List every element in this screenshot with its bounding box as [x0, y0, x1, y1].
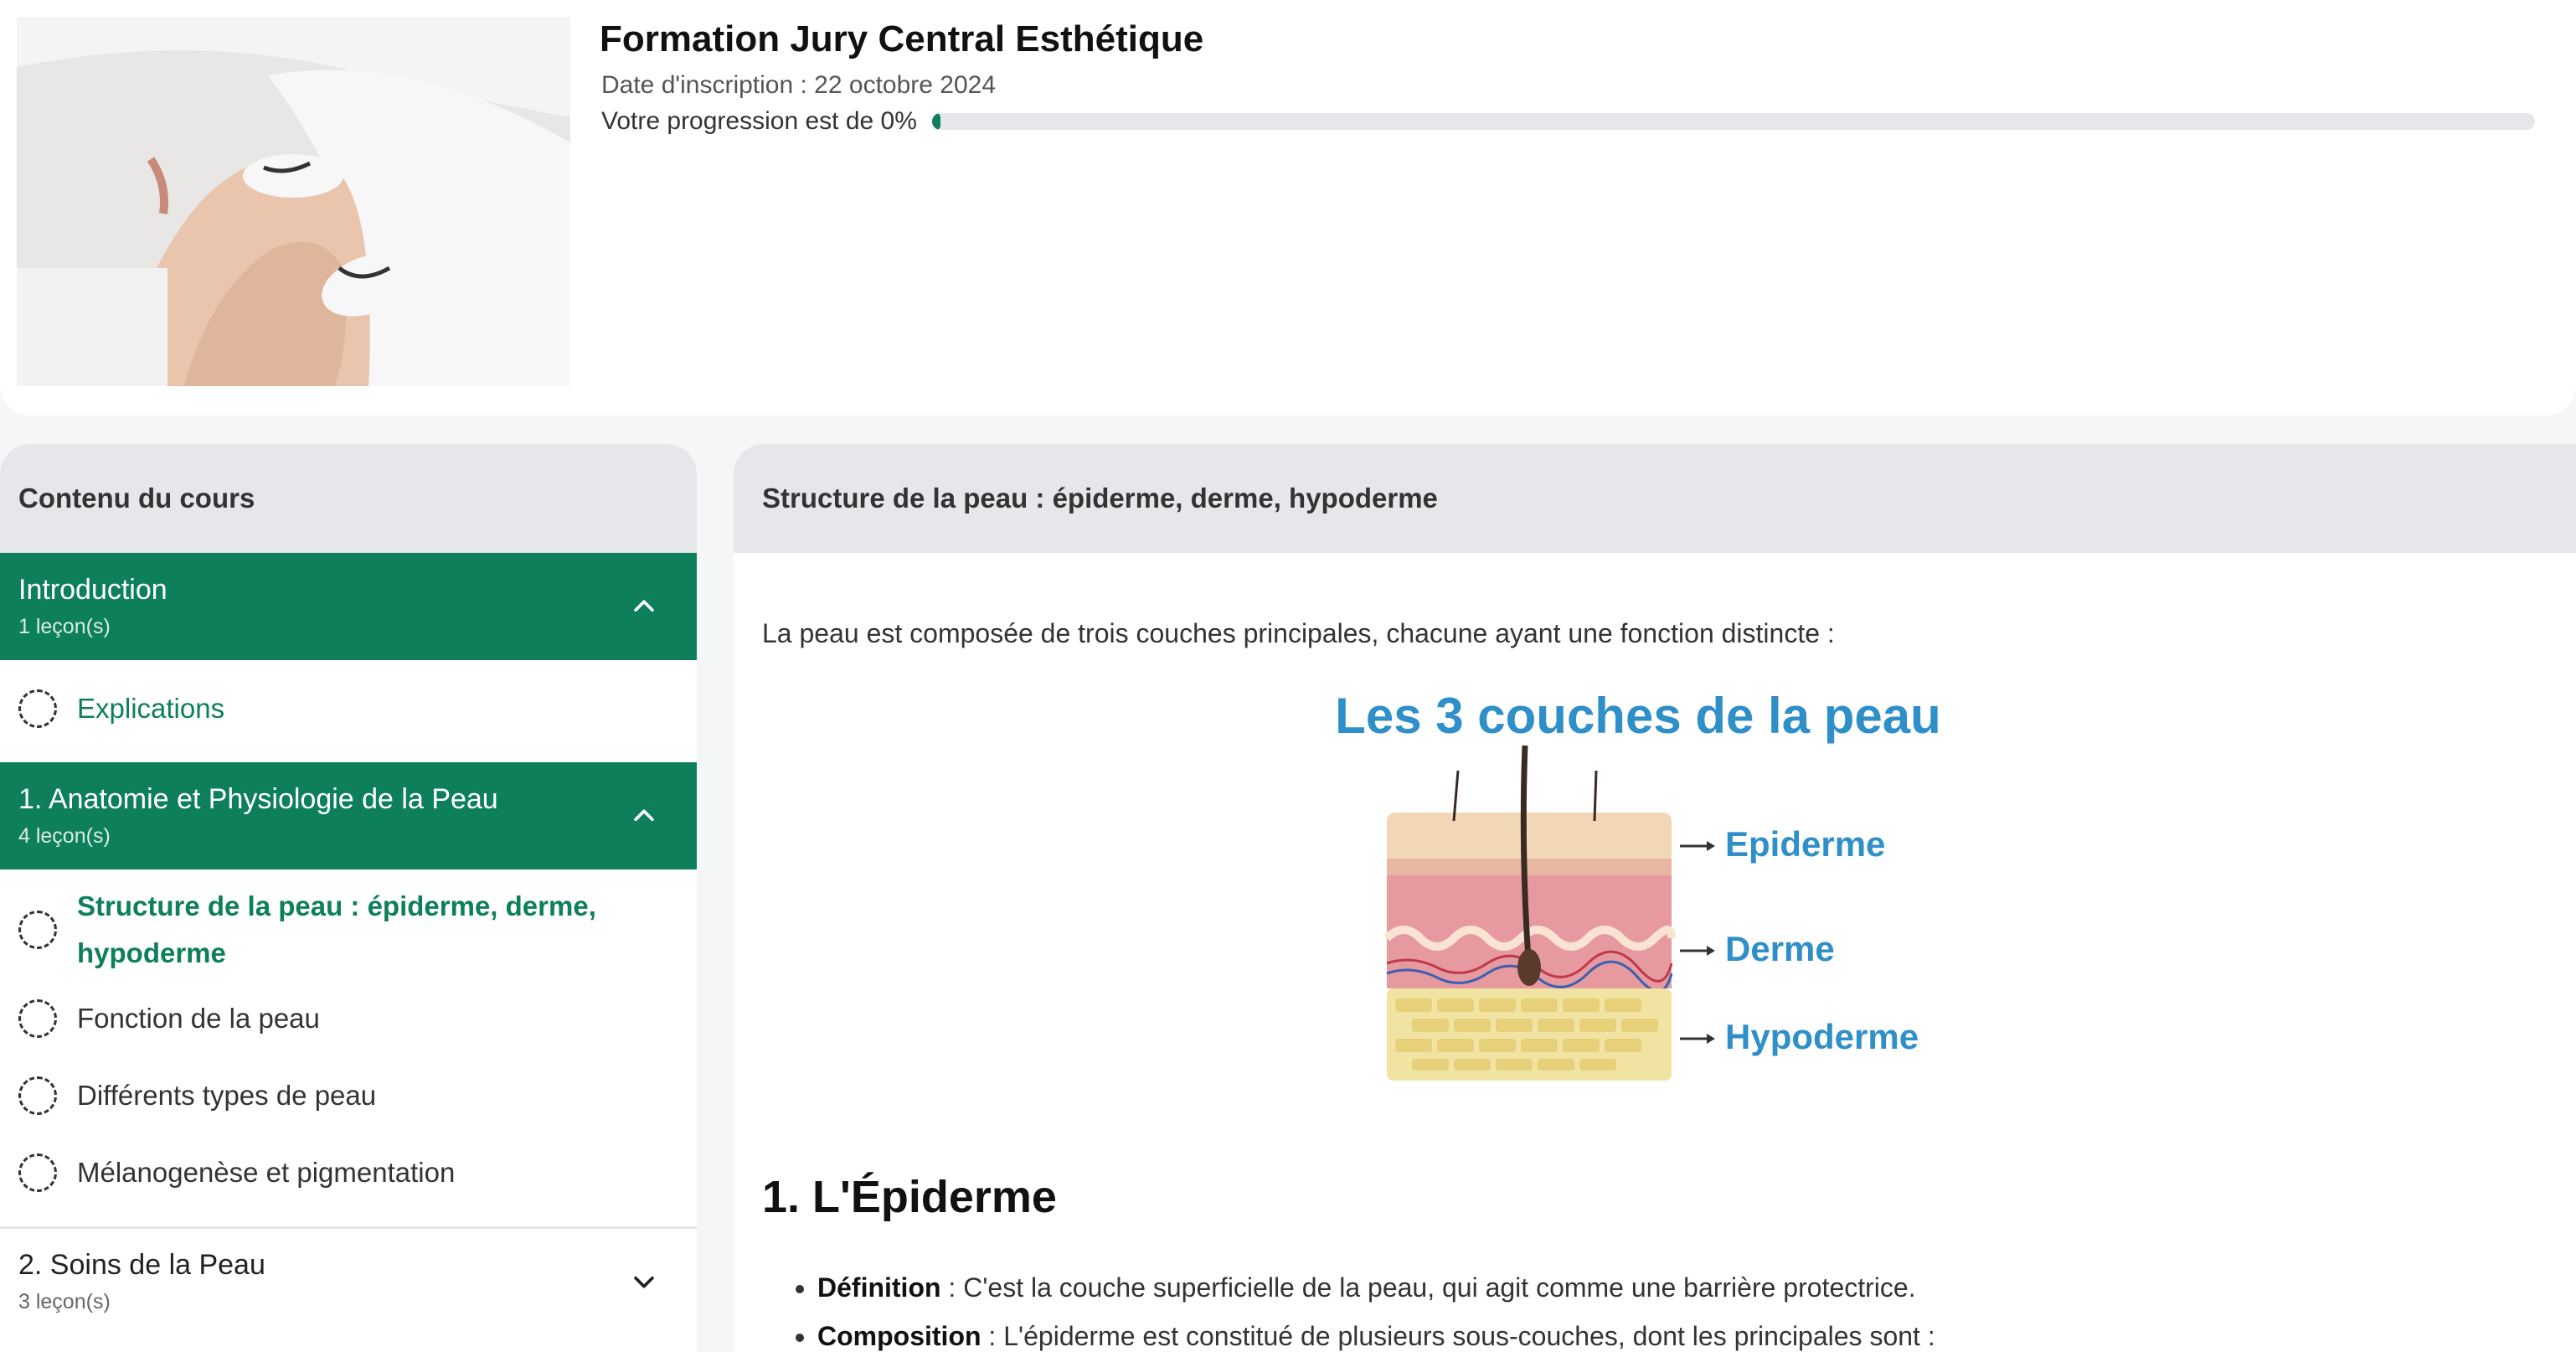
skin-layers-illustration [1383, 745, 1715, 1081]
lesson-label: Mélanogenèse et pigmentation [77, 1157, 456, 1188]
progress-bar-fill [931, 113, 940, 130]
chevron-up-icon[interactable] [630, 592, 658, 621]
progress-row: Votre progression est de 0% [601, 107, 2535, 136]
course-header: Formation Jury Central Esthétique Date d… [0, 0, 2576, 415]
lesson-status-icon [18, 911, 57, 949]
lesson-content-panel: Structure de la peau : épiderme, derme, … [734, 444, 2576, 1352]
lesson-label: Fonction de la peau [77, 1003, 320, 1034]
lesson-item-melanogenese[interactable]: Mélanogenèse et pigmentation [0, 1134, 697, 1211]
lesson-list: Explications [0, 660, 697, 762]
figure-label-derme: Derme [1725, 929, 1835, 968]
bullet-term: Définition [817, 1272, 941, 1303]
lesson-item-explications[interactable]: Explications [0, 670, 697, 747]
lesson-item-structure-peau[interactable]: Structure de la peau : épiderme, derme, … [0, 880, 697, 980]
lesson-status-icon [18, 689, 57, 728]
section-lesson-count: 3 leçon(s) [18, 1289, 111, 1313]
figure-label-epiderme: Epiderme [1725, 824, 1886, 864]
bullet-term: Composition [817, 1321, 981, 1351]
skin-layers-figure: Les 3 couches de la peau Epiderme Derme … [1320, 687, 1956, 1122]
enrollment-date: Date d'inscription : 22 octobre 2024 [601, 71, 997, 99]
course-thumbnail [17, 17, 570, 386]
bullet-item: Composition : L'épiderme est constitué d… [817, 1312, 1935, 1352]
course-content-sidebar: Contenu du cours Introduction 1 leçon(s)… [0, 444, 697, 1352]
chevron-down-icon[interactable] [630, 1267, 658, 1296]
section-title: Introduction [18, 574, 167, 606]
progress-label: Votre progression est de 0% [601, 107, 917, 135]
progress-bar [931, 113, 2535, 130]
sidebar-heading: Contenu du cours [0, 444, 697, 553]
bullet-text: : C'est la couche superficielle de la pe… [940, 1272, 1916, 1303]
section-title: 2. Soins de la Peau [18, 1248, 265, 1281]
section-introduction[interactable]: Introduction 1 leçon(s) [0, 553, 697, 660]
chevron-up-icon[interactable] [630, 802, 658, 830]
bullet-text: : L'épiderme est constitué de plusieurs … [981, 1321, 1935, 1351]
lesson-label: Explications [77, 693, 225, 724]
figure-label-hypoderme: Hypoderme [1725, 1017, 1919, 1056]
section-anatomie-physiologie[interactable]: 1. Anatomie et Physiologie de la Peau 4 … [0, 762, 697, 870]
course-title: Formation Jury Central Esthétique [600, 18, 1204, 59]
section-title: 1. Anatomie et Physiologie de la Peau [18, 783, 498, 815]
section-heading: 1. L'Épiderme [762, 1172, 1057, 1222]
section-soins-peau[interactable]: 2. Soins de la Peau 3 leçon(s) [0, 1226, 697, 1334]
lesson-status-icon [18, 1153, 57, 1192]
lesson-item-fonction-peau[interactable]: Fonction de la peau [0, 980, 697, 1057]
lesson-label: Différents types de peau [77, 1080, 377, 1111]
lesson-status-icon [18, 1076, 57, 1115]
section-lesson-count: 1 leçon(s) [18, 615, 111, 638]
lesson-item-types-peau[interactable]: Différents types de peau [0, 1057, 697, 1134]
lesson-label: Structure de la peau : épiderme, derme, … [77, 890, 596, 968]
lesson-intro-text: La peau est composée de trois couches pr… [762, 618, 1835, 648]
bullet-list: Définition : C'est la couche superficiel… [792, 1263, 1935, 1352]
section-lesson-count: 4 leçon(s) [18, 824, 111, 848]
lesson-list: Structure de la peau : épiderme, derme, … [0, 870, 697, 1226]
bullet-item: Définition : C'est la couche superficiel… [817, 1263, 1935, 1312]
lesson-status-icon [18, 999, 57, 1038]
lesson-title: Structure de la peau : épiderme, derme, … [734, 444, 2576, 553]
